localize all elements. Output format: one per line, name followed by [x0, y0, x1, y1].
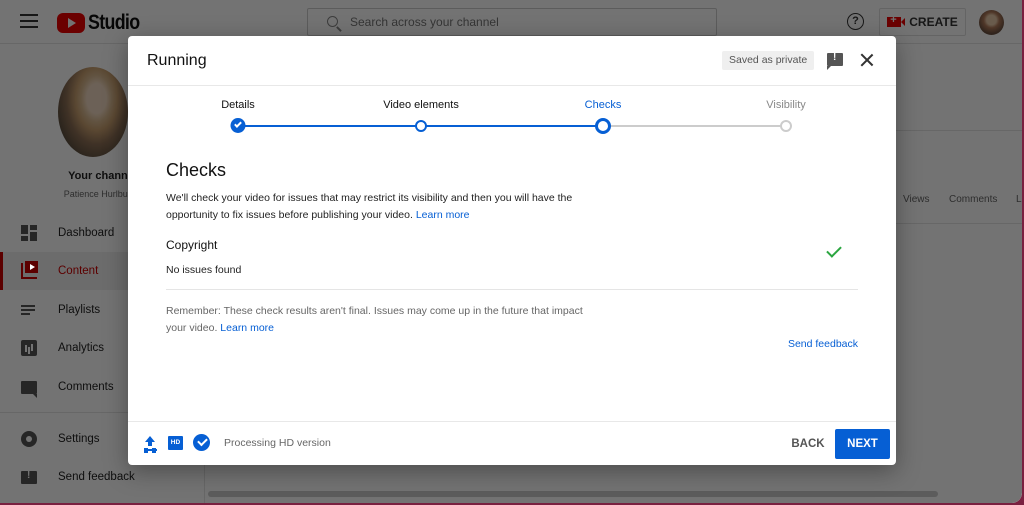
dialog-header: Running Saved as private !: [128, 36, 896, 86]
dialog-title: Running: [147, 52, 207, 69]
step-video-elements-dot[interactable]: [415, 120, 427, 132]
close-icon[interactable]: [859, 52, 875, 68]
remember-note: Remember: These check results aren't fin…: [166, 305, 583, 334]
saved-status-badge: Saved as private: [722, 51, 815, 70]
section-description: We'll check your video for issues that m…: [166, 192, 573, 221]
next-button[interactable]: NEXT: [835, 429, 890, 459]
learn-more-link[interactable]: Learn more: [416, 209, 470, 221]
section-divider: [166, 289, 858, 290]
copyright-status: No issues found: [166, 264, 242, 276]
processing-status: Processing HD version: [224, 437, 331, 449]
report-feedback-icon[interactable]: !: [827, 52, 843, 70]
hd-icon[interactable]: HD: [168, 436, 183, 450]
section-title: Checks: [166, 160, 227, 180]
step-checks-label[interactable]: Checks: [585, 99, 622, 111]
step-details-label[interactable]: Details: [221, 99, 255, 111]
step-video-elements-label[interactable]: Video elements: [383, 99, 459, 111]
upload-dialog: Running Saved as private ! Details Video…: [128, 36, 896, 465]
send-feedback-link[interactable]: Send feedback: [788, 338, 858, 350]
back-button[interactable]: BACK: [783, 430, 833, 458]
checks-complete-icon[interactable]: [193, 434, 210, 451]
copyright-title: Copyright: [166, 238, 218, 252]
remember-learn-more-link[interactable]: Learn more: [220, 322, 274, 334]
step-visibility-dot[interactable]: [780, 120, 792, 132]
stepper-line-pending: [603, 125, 786, 127]
dialog-footer: HD Processing HD version BACK NEXT: [128, 421, 896, 465]
step-visibility-label[interactable]: Visibility: [766, 99, 806, 111]
step-details-done-icon[interactable]: [230, 118, 246, 133]
checks-section: Checks We'll check your video for issues…: [166, 160, 858, 350]
step-checks-dot[interactable]: [595, 118, 611, 134]
upload-stepper: Details Video elements Checks Visibility: [128, 86, 896, 146]
upload-icon-base: [144, 449, 157, 451]
studio-app: Studio ? CREATE Your channel Patience Hu…: [0, 0, 1022, 503]
